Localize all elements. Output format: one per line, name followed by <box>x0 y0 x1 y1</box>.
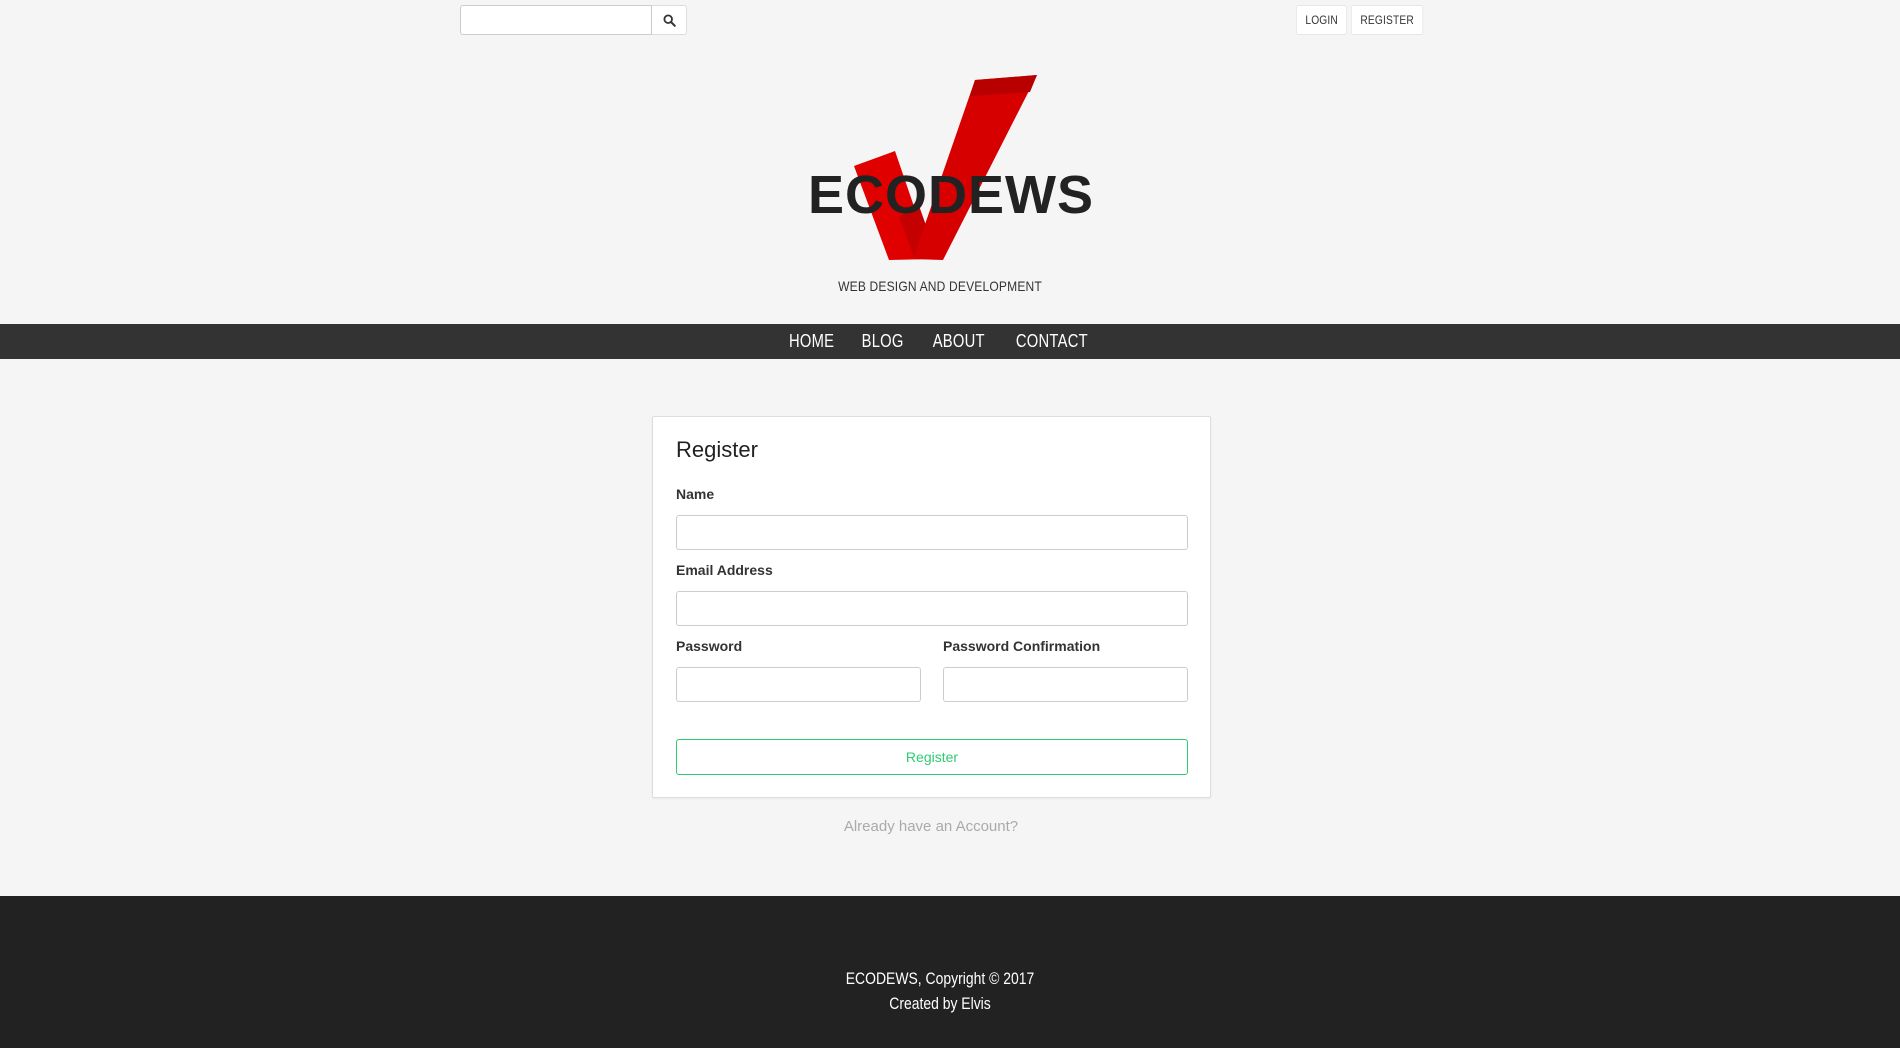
password-field[interactable] <box>676 667 921 702</box>
register-title: Register <box>676 437 758 462</box>
site-tagline: WEB DESIGN AND DEVELOPMENT <box>838 278 1042 294</box>
main-nav: HOME BLOG ABOUT CONTACT <box>0 324 1900 359</box>
nav-home[interactable]: HOME <box>789 331 834 352</box>
logo-wordmark: ECODEWS <box>808 165 1095 225</box>
name-field[interactable] <box>676 515 1188 550</box>
password-confirmation-label: Password Confirmation <box>943 638 1101 654</box>
name-label: Name <box>676 486 715 502</box>
email-label: Email Address <box>676 562 773 578</box>
password-confirmation-field[interactable] <box>943 667 1188 702</box>
site-logo[interactable]: ECODEWS <box>800 74 1093 274</box>
nav-blog[interactable]: BLOG <box>862 331 904 352</box>
site-footer: ECODEWS, Copyright © 2017 Created by Elv… <box>0 896 1900 1048</box>
register-card: Register Name Email Address Password Pas… <box>652 416 1211 798</box>
search-icon <box>662 13 676 27</box>
email-field[interactable] <box>676 591 1188 626</box>
search-bar <box>460 5 687 35</box>
login-link[interactable]: LOGIN <box>1296 5 1348 35</box>
footer-credit: Created by Elvis <box>889 994 991 1013</box>
register-link[interactable]: REGISTER <box>1351 5 1424 35</box>
auth-links: LOGIN REGISTER <box>1296 5 1436 35</box>
search-button[interactable] <box>652 5 687 35</box>
search-input[interactable] <box>460 5 652 35</box>
login-prompt-link[interactable]: Already have an Account? <box>0 818 1862 835</box>
nav-contact[interactable]: CONTACT <box>1016 331 1088 352</box>
nav-items: HOME BLOG ABOUT CONTACT <box>784 331 1096 352</box>
password-label: Password <box>676 638 743 654</box>
nav-about[interactable]: ABOUT <box>932 331 984 352</box>
footer-copyright: ECODEWS, Copyright © 2017 <box>845 969 1035 988</box>
top-bar: LOGIN REGISTER <box>0 0 1900 40</box>
register-button[interactable]: Register <box>676 739 1188 775</box>
